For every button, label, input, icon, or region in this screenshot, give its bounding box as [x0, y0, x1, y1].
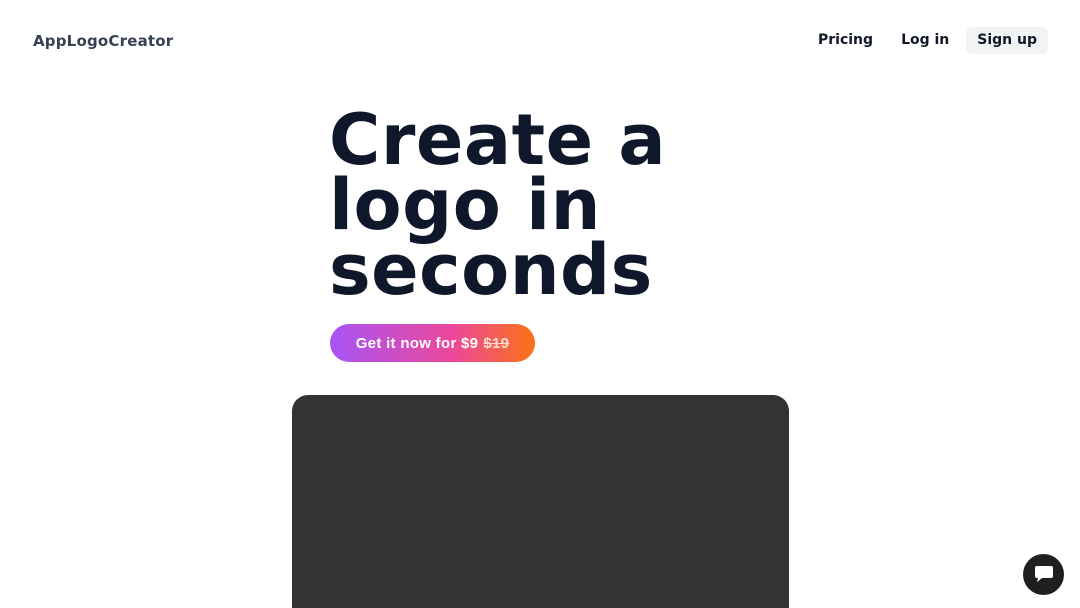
- demo-video-panel[interactable]: [292, 395, 789, 608]
- landing-page: AppLogoCreator Pricing Log in Sign up Cr…: [0, 0, 1080, 608]
- brand-logo-link[interactable]: AppLogoCreator: [33, 31, 173, 51]
- chat-bubble-icon: [1034, 565, 1053, 582]
- chat-button[interactable]: [1023, 554, 1064, 595]
- get-it-now-button[interactable]: Get it now for $9 $19: [330, 324, 535, 362]
- nav-signup-button[interactable]: Sign up: [966, 27, 1048, 54]
- hero-title: Create a logo in seconds: [329, 105, 749, 305]
- cta-old-price: $19: [483, 334, 510, 352]
- hero-title-line-3: seconds: [329, 229, 653, 311]
- top-nav: Pricing Log in Sign up: [801, 27, 1048, 54]
- nav-pricing-link[interactable]: Pricing: [807, 27, 884, 54]
- cta-label: Get it now for $9: [355, 334, 479, 352]
- nav-login-link[interactable]: Log in: [890, 27, 960, 54]
